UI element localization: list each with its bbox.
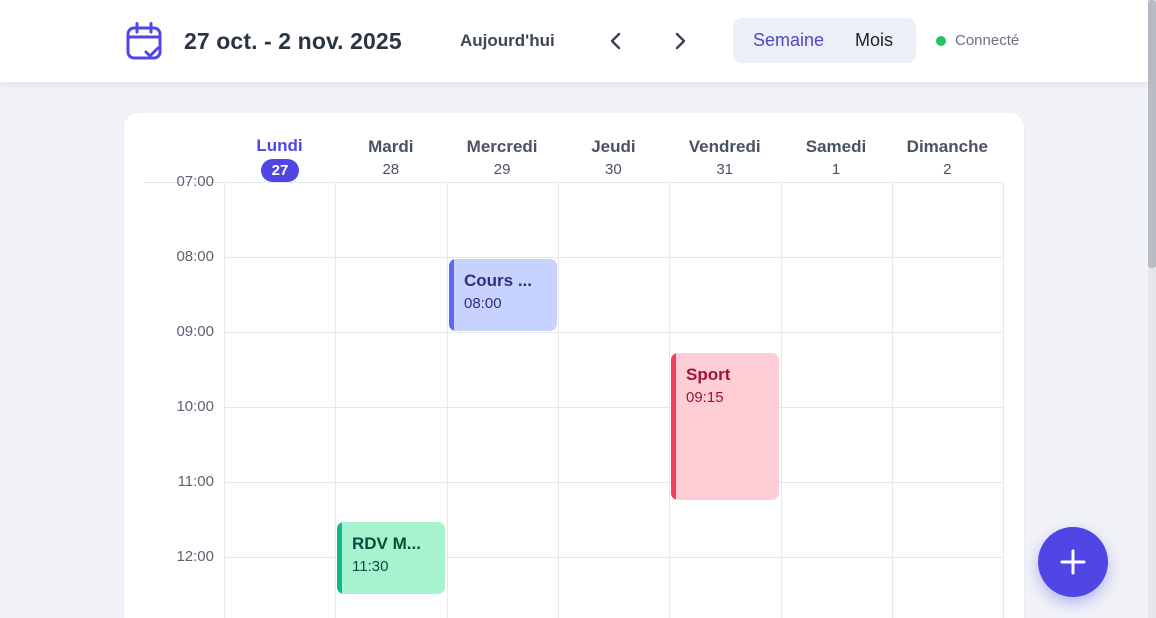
day-name: Mardi: [368, 137, 414, 156]
hour-label: 08:00: [176, 248, 214, 265]
day-name: Dimanche: [906, 137, 988, 156]
day-column-line: [224, 182, 225, 618]
next-week-button[interactable]: [665, 26, 695, 56]
plus-icon: [1060, 549, 1086, 575]
hour-label: 10:00: [176, 398, 214, 415]
day-column-line: [335, 182, 336, 618]
day-column-line: [447, 182, 448, 618]
chevron-right-icon: [675, 32, 686, 50]
week-view-button[interactable]: Semaine: [753, 18, 824, 63]
day-number: 28: [382, 161, 400, 178]
top-bar: 27 oct. - 2 nov. 2025 Aujourd'hui Semain…: [0, 0, 1148, 82]
event-title: Sport: [686, 365, 731, 384]
calendar-event[interactable]: Sport 09:15: [671, 353, 779, 500]
connection-status-dot: [936, 36, 946, 46]
day-column-line: [781, 182, 782, 618]
event-time: 08:00: [464, 295, 502, 312]
scrollbar-thumb[interactable]: [1148, 0, 1156, 268]
day-header-jeudi[interactable]: Jeudi 30: [558, 113, 669, 181]
day-number: 1: [831, 161, 841, 178]
date-range-title: 27 oct. - 2 nov. 2025: [184, 28, 402, 54]
hour-label: 07:00: [176, 173, 214, 190]
week-calendar: Lundi 27 Mardi 28 Mercredi 29 Jeudi 30 Vendredi 3…: [124, 113, 1024, 618]
chevron-left-icon: [610, 32, 621, 50]
day-name: Samedi: [805, 137, 867, 156]
view-toggle: Semaine Mois: [733, 18, 916, 63]
event-color-bar: [449, 259, 454, 331]
event-color-bar: [671, 353, 676, 500]
day-number: 29: [493, 161, 511, 178]
day-name: Jeudi: [591, 137, 636, 156]
day-name: Vendredi: [688, 137, 761, 156]
day-column-line: [892, 182, 893, 618]
hour-line: [224, 407, 1003, 408]
event-time: 09:15: [686, 389, 724, 406]
day-header-samedi[interactable]: Samedi 1: [781, 113, 892, 181]
day-column-line: [1003, 182, 1004, 618]
today-date-badge: 27: [261, 159, 299, 182]
calendar-event[interactable]: Cours ... 08:00: [449, 259, 557, 331]
day-number: 30: [605, 161, 622, 178]
day-name: Lundi: [256, 136, 303, 155]
connection-status-text: Connecté: [955, 32, 1020, 49]
day-header-vendredi[interactable]: Vendredi 31: [669, 113, 780, 181]
hour-label: 12:00: [176, 548, 214, 565]
month-view-button[interactable]: Mois: [855, 18, 893, 63]
day-header-lundi[interactable]: Lundi 27: [224, 113, 335, 182]
event-color-bar: [337, 522, 342, 594]
event-title: RDV M...: [352, 534, 421, 553]
today-button[interactable]: Aujourd'hui: [452, 22, 563, 60]
hour-line: [224, 482, 1003, 483]
day-number: 2: [943, 161, 952, 178]
day-header-mardi[interactable]: Mardi 28: [335, 113, 446, 181]
day-number: 31: [716, 161, 734, 178]
calendar-event[interactable]: RDV M... 11:30: [337, 522, 445, 594]
hour-label: 11:00: [177, 473, 214, 490]
day-column-line: [669, 182, 670, 618]
hour-label: 09:00: [176, 323, 214, 340]
day-name: Mercredi: [466, 137, 538, 156]
hour-line: [224, 332, 1003, 333]
add-event-button[interactable]: [1038, 527, 1108, 597]
event-time: 11:30: [352, 558, 389, 575]
calendar-check-icon: [126, 22, 162, 60]
day-column-line: [558, 182, 559, 618]
previous-week-button[interactable]: [601, 26, 631, 56]
hour-line: [224, 257, 1003, 258]
hour-line: [144, 182, 1003, 183]
day-header-mercredi[interactable]: Mercredi 29: [447, 113, 558, 181]
event-title: Cours ...: [464, 271, 533, 290]
day-header-dimanche[interactable]: Dimanche 2: [892, 113, 1003, 181]
